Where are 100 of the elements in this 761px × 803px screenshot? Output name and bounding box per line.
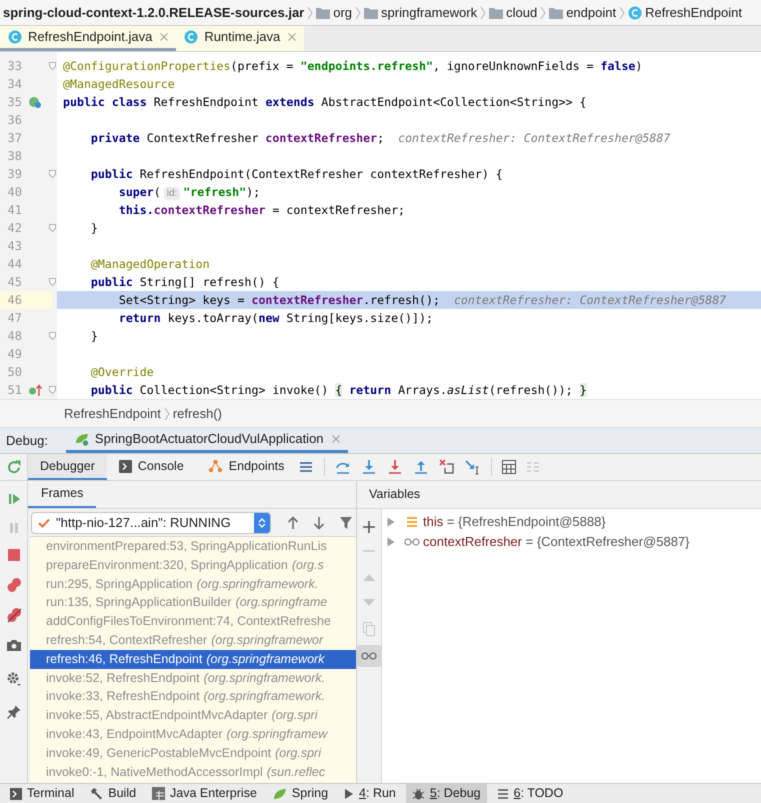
fold-marker-icon[interactable] bbox=[49, 224, 56, 232]
code-text: @ConfigurationProperties(prefix = "endpoints.refresh", ignoreUnknownFields = false) bbox=[62, 58, 642, 75]
table-icon bbox=[152, 787, 166, 800]
run-to-cursor-icon[interactable] bbox=[465, 459, 482, 475]
editor-tab[interactable]: RefreshEndpoint.java bbox=[0, 26, 176, 51]
force-step-into-icon[interactable] bbox=[387, 459, 404, 475]
line-number: 38 bbox=[6, 148, 22, 165]
line-number: 33 bbox=[6, 58, 22, 75]
terminal-icon bbox=[10, 788, 22, 800]
class-icon bbox=[8, 30, 22, 44]
code-text: return keys.toArray(new String[keys.size()]); bbox=[118, 310, 433, 327]
field-icon bbox=[406, 516, 418, 528]
line-number: 36 bbox=[6, 112, 22, 129]
tool-window-button[interactable]: 6: TODO bbox=[490, 784, 570, 803]
tool-window-button[interactable]: Build bbox=[84, 784, 142, 803]
line-number: 39 bbox=[6, 166, 22, 183]
fold-marker-icon[interactable] bbox=[49, 62, 56, 70]
editor-tab[interactable]: Runtime.java bbox=[176, 26, 304, 51]
step-into-icon[interactable] bbox=[361, 459, 378, 475]
close-icon[interactable] bbox=[332, 435, 340, 443]
class-icon bbox=[628, 6, 642, 20]
check-icon bbox=[38, 518, 50, 528]
debugger-tab[interactable]: Endpoints bbox=[196, 454, 296, 480]
calculator-icon[interactable] bbox=[502, 460, 516, 474]
code-text: public Collection<String> invoke() { return Arrays.asList(refresh()); } bbox=[90, 382, 587, 399]
chevron-icon bbox=[619, 6, 626, 20]
line-number: 50 bbox=[6, 364, 22, 381]
tool-window-button[interactable]: Spring bbox=[266, 784, 334, 803]
watches-toggle[interactable] bbox=[357, 645, 381, 667]
code-text: public String[] refresh() { bbox=[90, 274, 280, 291]
trace-icon[interactable] bbox=[526, 460, 540, 474]
drop-frame-icon[interactable] bbox=[439, 459, 456, 475]
code-text: super( id: "refresh"); bbox=[118, 184, 260, 201]
class-icon bbox=[184, 30, 198, 44]
code-text: Set<String> keys = contextRefresher.refresh(); bbox=[118, 292, 440, 309]
folder-icon bbox=[549, 6, 564, 18]
inline-value-hint: contextRefresher: ContextRefresher@5887 bbox=[398, 130, 670, 147]
debugger-tab[interactable]: Console bbox=[106, 454, 196, 480]
glasses-icon bbox=[361, 651, 377, 661]
step-out-icon[interactable] bbox=[413, 459, 430, 475]
filter-icon[interactable] bbox=[339, 516, 353, 530]
stop-icon[interactable] bbox=[6, 546, 22, 562]
folder-icon bbox=[316, 6, 330, 18]
breadcrumb-item[interactable]: org bbox=[333, 2, 352, 22]
line-number: 41 bbox=[6, 202, 22, 219]
folder-icon bbox=[364, 6, 378, 18]
breadcrumb-item[interactable]: spring-cloud-context-1.2.0.RELEASE-sources.jar bbox=[3, 2, 304, 22]
variable-entry[interactable]: this = {RefreshEndpoint@5888} bbox=[423, 512, 606, 532]
code-text: @ManagedOperation bbox=[90, 256, 210, 273]
debugger-tab[interactable]: Debugger bbox=[28, 454, 107, 480]
stack-frame[interactable]: refresh:46, RefreshEndpoint (org.springframework bbox=[30, 650, 356, 669]
line-number: 37 bbox=[6, 130, 22, 147]
tool-window-button[interactable]: Terminal bbox=[4, 784, 80, 803]
code-text: private ContextRefresher contextRefresher; bbox=[90, 130, 384, 147]
settings-icon[interactable] bbox=[6, 670, 22, 686]
tool-window-button[interactable]: 4: Run bbox=[338, 784, 402, 803]
line-number: 40 bbox=[6, 184, 22, 201]
tool-window-button[interactable]: 5: Debug bbox=[406, 784, 487, 803]
pin-icon[interactable] bbox=[6, 704, 22, 720]
breadcrumb-item[interactable]: refresh() bbox=[172, 404, 222, 424]
code-text: @ManagedResource bbox=[62, 76, 175, 93]
bug-icon bbox=[412, 787, 425, 800]
variable-entry[interactable]: contextRefresher = {ContextRefresher@5887} bbox=[423, 532, 690, 552]
variables-panel-tab[interactable]: Variables bbox=[357, 480, 432, 508]
breadcrumb-item[interactable]: cloud bbox=[506, 2, 538, 22]
fold-marker-icon[interactable] bbox=[49, 332, 56, 340]
breadcrumb-item[interactable]: springframework bbox=[381, 2, 478, 22]
frames-panel-tab[interactable]: Frames bbox=[28, 480, 96, 508]
down-arrow-icon[interactable] bbox=[313, 516, 325, 530]
breakpoints-icon[interactable] bbox=[6, 577, 22, 593]
close-icon[interactable] bbox=[160, 33, 168, 41]
mute-breakpoints-icon[interactable] bbox=[6, 607, 22, 623]
close-icon[interactable] bbox=[288, 33, 296, 41]
chevron-icon bbox=[480, 6, 486, 20]
line-number: 46 bbox=[6, 292, 22, 309]
line-number: 51 bbox=[6, 382, 22, 399]
override-icon bbox=[28, 383, 42, 397]
breadcrumb-item[interactable]: RefreshEndpoint bbox=[64, 404, 161, 424]
add-icon[interactable] bbox=[363, 521, 375, 533]
rerun-icon[interactable] bbox=[6, 459, 22, 475]
line-number: 34 bbox=[6, 76, 22, 93]
up-arrow-icon[interactable] bbox=[287, 516, 299, 530]
breadcrumb-item[interactable]: endpoint bbox=[566, 2, 616, 22]
code-text: this.contextRefresher = contextRefresher; bbox=[118, 202, 406, 219]
menu-icon[interactable] bbox=[298, 459, 314, 475]
fold-marker-icon[interactable] bbox=[49, 278, 56, 286]
code-text: } bbox=[90, 220, 98, 237]
fold-marker-icon[interactable] bbox=[49, 386, 56, 394]
code-text: @Override bbox=[90, 364, 154, 381]
camera-icon[interactable] bbox=[6, 637, 22, 653]
line-number: 48 bbox=[6, 328, 22, 345]
chevron-icon bbox=[355, 6, 362, 20]
run-config-icon bbox=[74, 431, 90, 447]
tool-window-button[interactable]: Java Enterprise bbox=[146, 784, 263, 803]
code-text: } bbox=[90, 328, 98, 345]
breadcrumb-item[interactable]: RefreshEndpoint bbox=[645, 2, 742, 22]
line-number: 49 bbox=[6, 346, 22, 363]
fold-marker-icon[interactable] bbox=[49, 170, 56, 178]
thread-dropdown[interactable]: "http-nio-127...ain": RUNNING bbox=[31, 512, 271, 534]
line-number: 47 bbox=[6, 310, 22, 327]
